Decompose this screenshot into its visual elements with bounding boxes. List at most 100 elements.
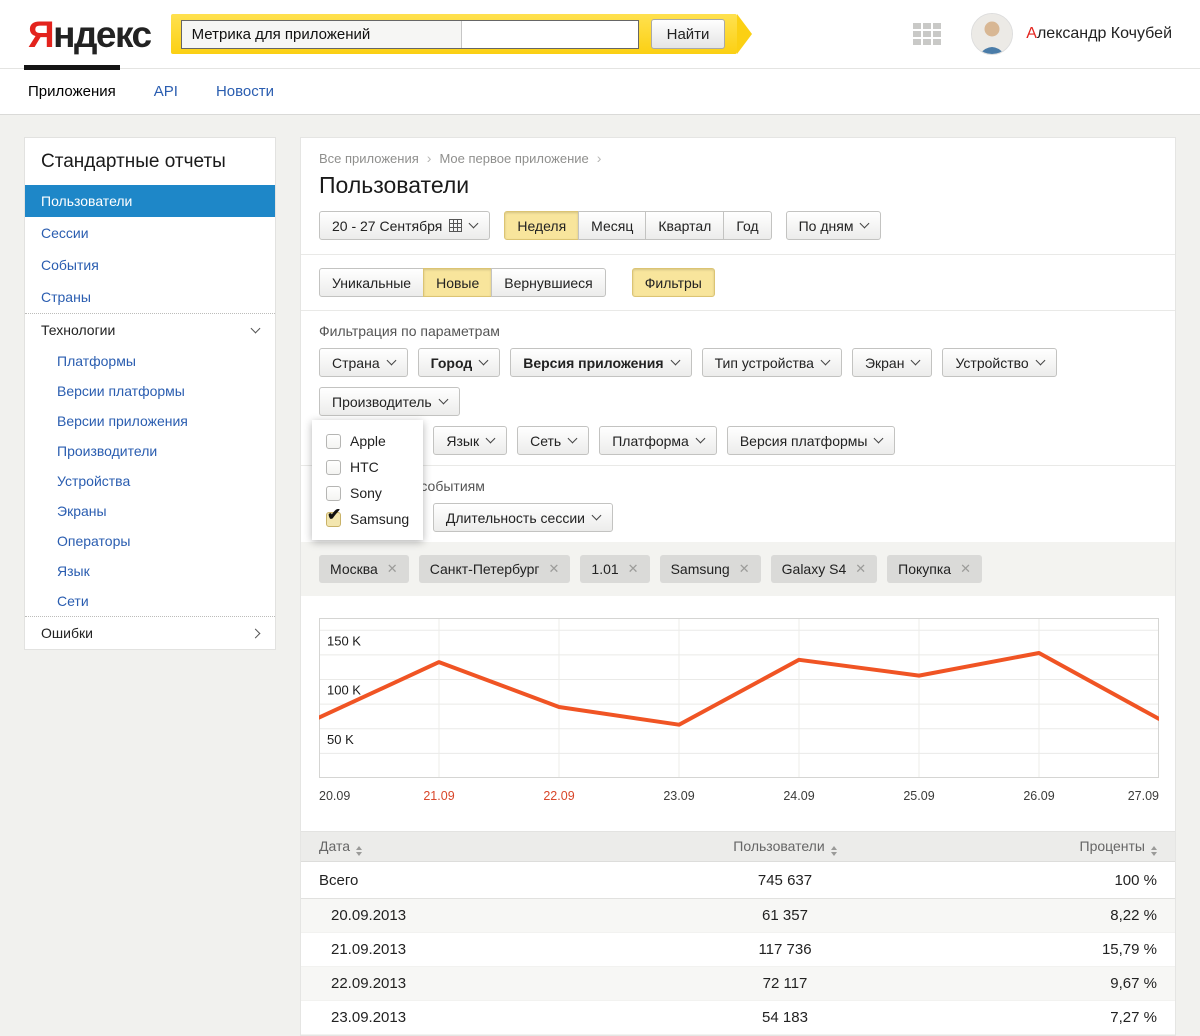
sidebar-item-пользователи[interactable]: Пользователи (25, 185, 275, 217)
sidebar-item-события[interactable]: События (25, 249, 275, 281)
granularity-dropdown[interactable]: По дням (786, 211, 882, 240)
filter-dropdown-производитель[interactable]: Производитель (319, 387, 460, 416)
period-week-button[interactable]: Неделя (504, 211, 579, 240)
page-body: Стандартные отчеты ПользователиСессииСоб… (0, 115, 1200, 1036)
filter-tag-москва: Москва✕ (319, 555, 409, 583)
logo-rest: ндекс (53, 14, 151, 55)
sidebar-list: ПользователиСессииСобытияСтраныТехнологи… (25, 185, 275, 649)
filter-tag-label: Покупка (898, 561, 951, 577)
cell-users: 745 637 (615, 872, 955, 889)
sidebar-item-экраны[interactable]: Экраны (25, 496, 275, 526)
apps-grid-icon[interactable] (913, 23, 941, 45)
dropdown-option-samsung[interactable]: ✔ Samsung (326, 511, 409, 527)
events-filter-row: СобытияДлительность сессии (301, 503, 1175, 532)
search-input-query[interactable] (462, 21, 638, 48)
nav-tab-api[interactable]: API (154, 69, 178, 114)
yandex-logo[interactable]: Яндекс (28, 16, 151, 53)
period-month-button[interactable]: Месяц (578, 211, 646, 240)
user-name[interactable]: Александр Кочубей (1026, 25, 1172, 43)
sidebar-item-технологии[interactable]: Технологии (25, 314, 275, 346)
sidebar-item-платформы[interactable]: Платформы (25, 346, 275, 376)
dropdown-option-htc[interactable]: HTC (326, 459, 409, 475)
filter-dropdown-платформа[interactable]: Платформа (599, 426, 717, 455)
chevron-right-icon (251, 628, 261, 638)
remove-tag-icon[interactable]: ✕ (387, 561, 398, 577)
divider (301, 310, 1175, 311)
column-header-users[interactable]: Пользователи (615, 838, 955, 856)
filter-dropdown-экран[interactable]: Экран (852, 348, 933, 377)
filter-dropdown-label: Язык (446, 433, 479, 449)
nav-tab-apps[interactable]: Приложения (28, 69, 116, 114)
chevron-down-icon (386, 356, 396, 366)
column-header-percent[interactable]: Проценты (955, 838, 1175, 856)
sidebar-item-сети[interactable]: Сети (25, 586, 275, 616)
checkbox-checked[interactable]: ✔ (326, 512, 341, 527)
params-filter-label: Фильтрация по параметрам (301, 323, 1175, 339)
filter-dropdown-устройство[interactable]: Устройство (942, 348, 1056, 377)
period-quarter-button[interactable]: Квартал (645, 211, 724, 240)
segment-returning-button[interactable]: Вернувшиеся (491, 268, 606, 297)
sidebar-item-версии приложения[interactable]: Версии приложения (25, 406, 275, 436)
sidebar-item-производители[interactable]: Производители (25, 436, 275, 466)
filter-dropdown-тип-устройства[interactable]: Тип устройства (702, 348, 842, 377)
remove-tag-icon[interactable]: ✕ (855, 561, 866, 577)
search-button[interactable]: Найти (651, 19, 726, 49)
cell-users: 72 117 (615, 975, 955, 992)
remove-tag-icon[interactable]: ✕ (628, 561, 639, 577)
segment-unique-button[interactable]: Уникальные (319, 268, 424, 297)
header-right: Александр Кочубей (913, 13, 1172, 55)
chevron-down-icon (1035, 356, 1045, 366)
x-axis-tick: 23.09 (663, 789, 694, 803)
sidebar-item-ошибки[interactable]: Ошибки (25, 617, 275, 649)
filter-dropdown-сеть[interactable]: Сеть (517, 426, 589, 455)
cell-percent: 8,22 % (955, 907, 1175, 924)
cell-date: 23.09.2013 (301, 1009, 615, 1026)
period-year-button[interactable]: Год (723, 211, 771, 240)
remove-tag-icon[interactable]: ✕ (960, 561, 971, 577)
remove-tag-icon[interactable]: ✕ (549, 561, 560, 577)
filter-dropdown-версия-платформы[interactable]: Версия платформы (727, 426, 896, 455)
user-name-first-letter: А (1026, 25, 1037, 42)
sidebar-item-страны[interactable]: Страны (25, 281, 275, 313)
user-segment-group: Уникальные Новые Вернувшиеся (319, 268, 606, 297)
users-table: Дата Пользователи Проценты Всего745 6371… (301, 831, 1175, 1035)
filter-dropdown-город[interactable]: Город (418, 348, 501, 377)
dropdown-option-label: Samsung (350, 511, 409, 527)
checkbox-unchecked[interactable] (326, 460, 341, 475)
dropdown-option-label: Apple (350, 433, 386, 449)
sort-icon[interactable] (356, 846, 362, 856)
filter-dropdown-длительность-сессии[interactable]: Длительность сессии (433, 503, 613, 532)
remove-tag-icon[interactable]: ✕ (739, 561, 750, 577)
dropdown-option-apple[interactable]: Apple (326, 433, 409, 449)
sort-icon[interactable] (1151, 846, 1157, 856)
filter-tag-label: Samsung (671, 561, 730, 577)
dropdown-option-sony[interactable]: Sony (326, 485, 409, 501)
checkbox-unchecked[interactable] (326, 434, 341, 449)
table-row-23.09.2013: 23.09.201354 1837,27 % (301, 1001, 1175, 1035)
sort-icon[interactable] (831, 846, 837, 856)
sidebar-item-версии платформы[interactable]: Версии платформы (25, 376, 275, 406)
date-range-button[interactable]: 20 - 27 Сентября (319, 211, 490, 240)
checkbox-unchecked[interactable] (326, 486, 341, 501)
segment-new-button[interactable]: Новые (423, 268, 492, 297)
filter-dropdown-версия-приложения[interactable]: Версия приложения (510, 348, 691, 377)
y-axis-tick: 150 K (327, 633, 361, 648)
nav-tab-news[interactable]: Новости (216, 69, 274, 114)
params-filter-row-2: ОператорЯзыкСетьПлатформаВерсия платформ… (301, 426, 1175, 455)
filter-dropdown-страна[interactable]: Страна (319, 348, 408, 377)
avatar[interactable] (971, 13, 1013, 55)
sidebar-item-устройства[interactable]: Устройства (25, 466, 275, 496)
sidebar-item-label: Ошибки (41, 625, 93, 641)
column-header-date[interactable]: Дата (301, 838, 615, 856)
chevron-down-icon (592, 511, 602, 521)
filter-dropdown-язык[interactable]: Язык (433, 426, 507, 455)
cell-percent: 15,79 % (955, 941, 1175, 958)
sidebar-item-операторы[interactable]: Операторы (25, 526, 275, 556)
breadcrumb-all-apps[interactable]: Все приложения (319, 151, 419, 166)
filters-toggle-button[interactable]: Фильтры (632, 268, 715, 297)
sidebar-item-сессии[interactable]: Сессии (25, 217, 275, 249)
search-input-service[interactable]: Метрика для приложений (182, 21, 462, 48)
cell-users: 117 736 (615, 941, 955, 958)
sidebar-item-язык[interactable]: Язык (25, 556, 275, 586)
breadcrumb-my-first-app[interactable]: Мое первое приложение (439, 151, 588, 166)
